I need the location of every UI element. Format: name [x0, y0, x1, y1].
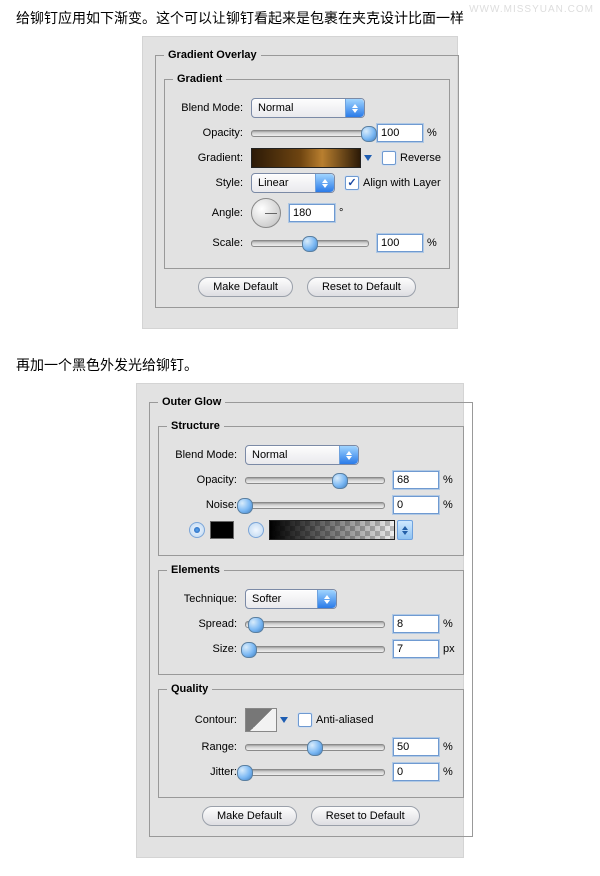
- dropdown-arrow-icon: [339, 446, 358, 464]
- structure-label: Structure: [167, 420, 224, 432]
- scale-input[interactable]: [377, 234, 423, 252]
- gradient-label: Gradient:: [173, 152, 243, 164]
- technique-label: Technique:: [167, 593, 237, 605]
- size-slider[interactable]: [245, 642, 385, 656]
- dropdown-arrow-icon: [315, 174, 334, 192]
- glow-gradient-preview[interactable]: [269, 520, 395, 540]
- angle-label: Angle:: [173, 207, 243, 219]
- gradient-menu-arrow-icon[interactable]: [364, 155, 372, 161]
- gradient-section-label: Gradient: [173, 73, 226, 85]
- spread-slider[interactable]: [245, 617, 385, 631]
- spread-input[interactable]: [393, 615, 439, 633]
- outer-glow-panel: Outer Glow Structure Blend Mode: Normal …: [136, 383, 464, 858]
- color-radio[interactable]: [189, 522, 205, 538]
- unit-percent: %: [427, 237, 437, 249]
- outer-glow-title: Outer Glow: [158, 396, 225, 408]
- range-slider[interactable]: [245, 740, 385, 754]
- elements-label: Elements: [167, 564, 224, 576]
- unit-percent: %: [427, 127, 437, 139]
- style-select[interactable]: Linear: [251, 173, 335, 193]
- range-label: Range:: [167, 741, 237, 753]
- body-text-2: 再加一个黑色外发光给铆钉。: [0, 347, 600, 383]
- opacity-slider[interactable]: [251, 126, 369, 140]
- make-default-button[interactable]: Make Default: [198, 277, 293, 297]
- reset-default-button[interactable]: Reset to Default: [307, 277, 416, 297]
- noise-slider[interactable]: [245, 498, 385, 512]
- size-label: Size:: [167, 643, 237, 655]
- opacity-input[interactable]: [393, 471, 439, 489]
- contour-preview[interactable]: [245, 708, 277, 732]
- anti-alias-checkbox[interactable]: Anti-aliased: [298, 713, 373, 727]
- dropdown-arrow-icon: [345, 99, 364, 117]
- size-input[interactable]: [393, 640, 439, 658]
- gradient-menu-arrow-icon[interactable]: [397, 520, 413, 540]
- technique-select[interactable]: Softer: [245, 589, 337, 609]
- gradient-overlay-title: Gradient Overlay: [164, 49, 261, 61]
- align-checkbox[interactable]: Align with Layer: [345, 176, 441, 190]
- jitter-input[interactable]: [393, 763, 439, 781]
- noise-input[interactable]: [393, 496, 439, 514]
- opacity-label: Opacity:: [173, 127, 243, 139]
- jitter-label: Jitter:: [167, 766, 237, 778]
- range-input[interactable]: [393, 738, 439, 756]
- reverse-checkbox[interactable]: Reverse: [382, 151, 441, 165]
- dropdown-arrow-icon: [317, 590, 336, 608]
- blend-mode-select[interactable]: Normal: [251, 98, 365, 118]
- opacity-slider[interactable]: [245, 473, 385, 487]
- jitter-slider[interactable]: [245, 765, 385, 779]
- gradient-preview[interactable]: [251, 148, 361, 168]
- make-default-button[interactable]: Make Default: [202, 806, 297, 826]
- angle-dial[interactable]: [251, 198, 281, 228]
- noise-label: Noise:: [167, 499, 237, 511]
- scale-slider[interactable]: [251, 236, 369, 250]
- contour-label: Contour:: [167, 714, 237, 726]
- blend-mode-select[interactable]: Normal: [245, 445, 359, 465]
- watermark: WWW.MISSYUAN.COM: [469, 4, 594, 15]
- angle-input[interactable]: [289, 204, 335, 222]
- scale-label: Scale:: [173, 237, 243, 249]
- gradient-overlay-panel: Gradient Overlay Gradient Blend Mode: No…: [142, 36, 458, 329]
- reset-default-button[interactable]: Reset to Default: [311, 806, 420, 826]
- unit-degree: °: [339, 207, 343, 219]
- opacity-input[interactable]: [377, 124, 423, 142]
- blend-mode-label: Blend Mode:: [167, 449, 237, 461]
- contour-menu-arrow-icon[interactable]: [280, 717, 288, 723]
- spread-label: Spread:: [167, 618, 237, 630]
- style-label: Style:: [173, 177, 243, 189]
- glow-color-swatch[interactable]: [210, 521, 234, 539]
- gradient-radio[interactable]: [248, 522, 264, 538]
- quality-label: Quality: [167, 683, 212, 695]
- blend-mode-label: Blend Mode:: [173, 102, 243, 114]
- opacity-label: Opacity:: [167, 474, 237, 486]
